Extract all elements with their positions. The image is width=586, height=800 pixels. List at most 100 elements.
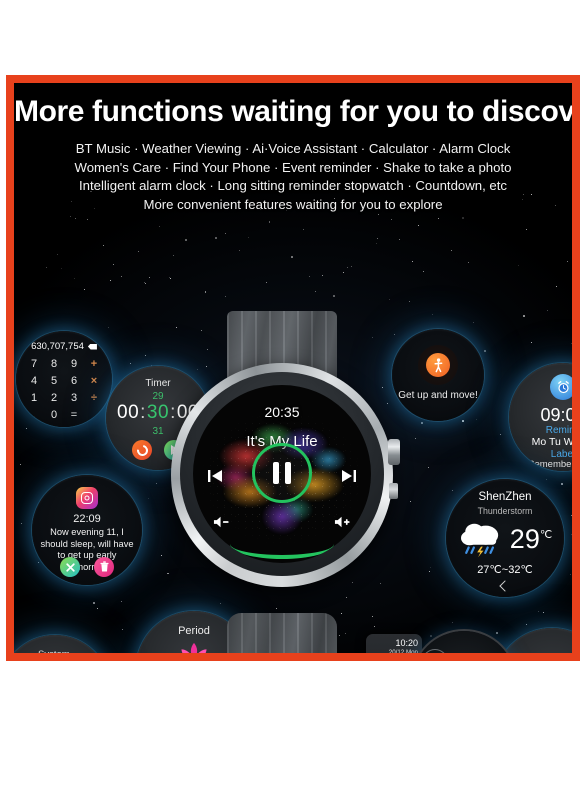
watch-screen[interactable]: 20:35 It's My Life (193, 385, 371, 563)
calculator-key-1[interactable]: 1 (24, 391, 44, 405)
phone-date: 20/12 Mon (388, 649, 418, 653)
voice-assistant-widget[interactable]: I'm listening... (494, 628, 572, 653)
star (204, 290, 207, 293)
star (103, 244, 105, 246)
poster-background: More functions waiting for you to discov… (14, 83, 572, 653)
star (97, 607, 99, 609)
star (266, 282, 268, 284)
star (430, 635, 432, 637)
star (60, 267, 62, 269)
star (525, 623, 527, 625)
star (215, 237, 217, 239)
star (110, 279, 112, 281)
star (523, 314, 525, 317)
sedentary-reminder-widget[interactable]: Get up and move! (392, 329, 484, 421)
star (431, 313, 433, 315)
calculator-key-5[interactable]: 5 (44, 374, 64, 388)
previous-track-icon[interactable] (207, 467, 225, 485)
next-track-icon[interactable] (339, 467, 357, 485)
weather-range: 27℃~32℃ (477, 564, 533, 576)
star (346, 267, 348, 269)
pause-icon-bar-left (273, 462, 279, 484)
calculator-key-blank (84, 408, 104, 422)
star (169, 278, 171, 280)
calculator-key-4[interactable]: 4 (24, 374, 44, 388)
notification-dismiss-button[interactable] (60, 557, 80, 577)
star (224, 296, 226, 298)
star (461, 419, 464, 422)
notification-delete-button[interactable] (94, 557, 114, 577)
star (145, 354, 147, 356)
calculator-key-.[interactable]: . (24, 408, 44, 422)
trash-icon (99, 561, 109, 572)
calculator-key-6[interactable]: 6 (64, 374, 84, 388)
calculator-key-÷[interactable]: ÷ (84, 391, 104, 405)
star (145, 282, 147, 284)
calculator-key-+[interactable]: + (84, 357, 104, 371)
chevron-up-icon[interactable] (499, 580, 511, 592)
star (315, 290, 317, 292)
star (158, 225, 160, 227)
close-icon (65, 562, 75, 572)
star (290, 256, 293, 259)
calculator-key-=[interactable]: = (64, 408, 84, 422)
feature-list: BT Music · Weather Viewing · Ai·Voice As… (14, 140, 572, 214)
star (468, 262, 470, 264)
star (462, 217, 465, 220)
star (398, 238, 400, 240)
star (390, 218, 392, 220)
star (83, 289, 85, 291)
watch-side-button[interactable] (389, 483, 398, 499)
star (571, 514, 572, 516)
star (351, 265, 353, 267)
system-menu-widget[interactable]: System Power off › Factory reset › Devic… (14, 635, 110, 653)
star (155, 482, 157, 484)
weather-condition: Thunderstorm (477, 506, 533, 516)
star (138, 250, 140, 252)
poster-frame: More functions waiting for you to discov… (6, 75, 580, 661)
star (268, 220, 271, 223)
watch-crown[interactable] (388, 439, 400, 465)
calculator-key-7[interactable]: 7 (24, 357, 44, 371)
timer-reset-button[interactable] (132, 440, 152, 460)
star (108, 326, 110, 328)
star (149, 276, 151, 278)
backspace-icon[interactable] (87, 343, 97, 350)
star (74, 278, 76, 280)
calculator-key-0[interactable]: 0 (44, 408, 64, 422)
calculator-key-2[interactable]: 2 (44, 391, 64, 405)
star (476, 418, 478, 420)
star (185, 238, 188, 241)
instagram-icon-lens (84, 495, 90, 501)
calculator-key-×[interactable]: × (84, 374, 104, 388)
calculator-display: 630,707,754 (16, 341, 112, 352)
calculator-key-9[interactable]: 9 (64, 357, 84, 371)
star (451, 622, 453, 624)
calculator-widget[interactable]: 630,707,754 7 8 9 +4 5 6 × 1 2 3 ÷. 0 = (16, 331, 112, 427)
volume-up-icon[interactable] (334, 515, 351, 529)
timer-hours: 00 (117, 402, 140, 423)
star (430, 566, 432, 568)
alarm-widget[interactable]: 09:06 Remind Mo Tu We Th Label Remember … (509, 363, 572, 471)
feature-line-1: BT Music · Weather Viewing · Ai·Voice As… (75, 141, 511, 156)
calculator-key-8[interactable]: 8 (44, 357, 64, 371)
weather-temperature: 29℃ (510, 525, 552, 553)
calculator-keypad[interactable]: 7 8 9 +4 5 6 × 1 2 3 ÷. 0 = (24, 357, 104, 422)
calculator-key-3[interactable]: 3 (64, 391, 84, 405)
star (224, 232, 226, 234)
star (561, 483, 563, 486)
star (421, 422, 424, 424)
thunderstorm-cloud-icon (460, 523, 498, 558)
pause-icon-bar-right (285, 462, 291, 484)
reset-icon (134, 442, 150, 458)
volume-down-icon[interactable] (213, 515, 230, 529)
star (427, 466, 429, 468)
progress-arc[interactable] (230, 529, 334, 559)
star (570, 342, 572, 344)
star (412, 260, 414, 262)
play-pause-button[interactable] (252, 443, 312, 503)
weather-widget[interactable]: ShenZhen Thunderstorm 29℃ 27℃~32℃ (446, 479, 564, 597)
page-title: More functions waiting for you to discov… (14, 95, 572, 128)
notification-widget[interactable]: 22:09 Now evening 11, I should sleep, wi… (32, 475, 142, 585)
analog-watchface-mock[interactable]: MON 01 (412, 631, 516, 653)
